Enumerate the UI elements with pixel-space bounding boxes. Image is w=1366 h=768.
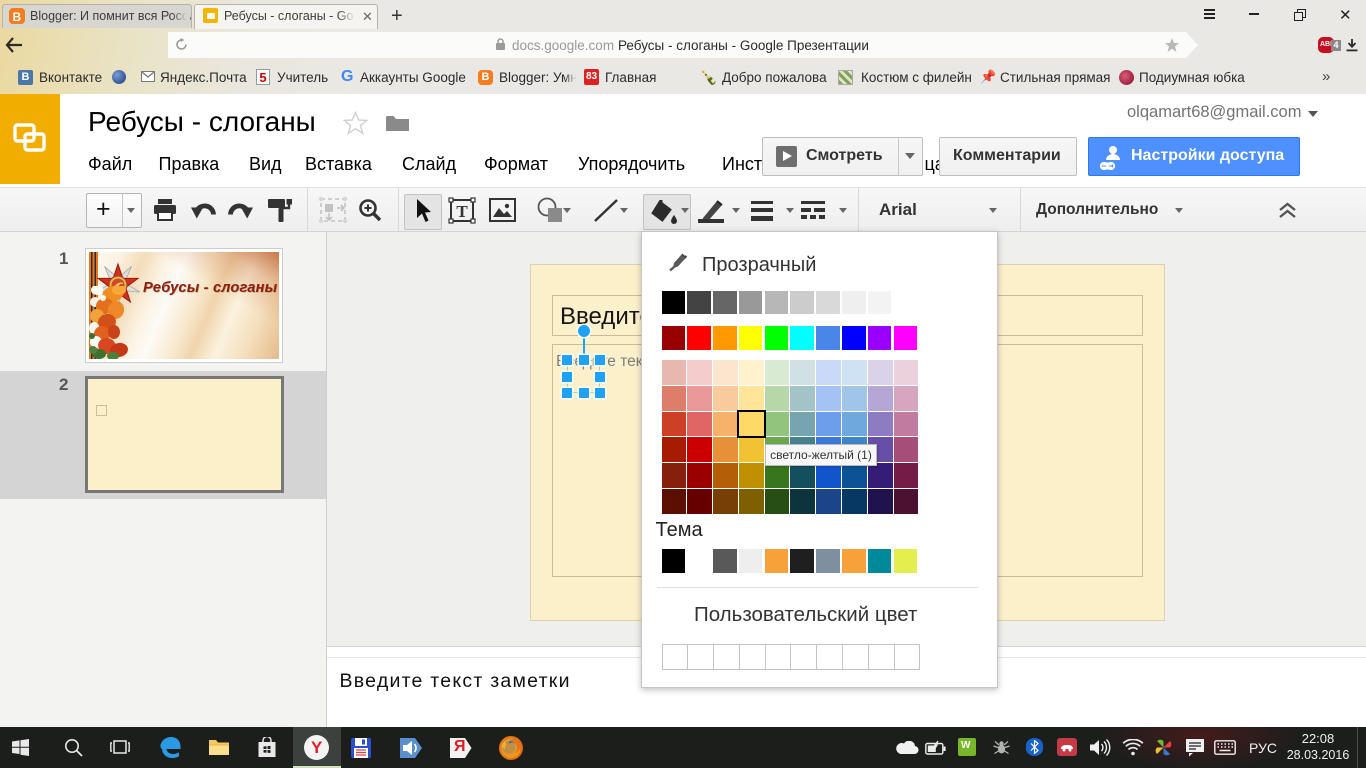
- svg-text:T: T: [456, 202, 468, 221]
